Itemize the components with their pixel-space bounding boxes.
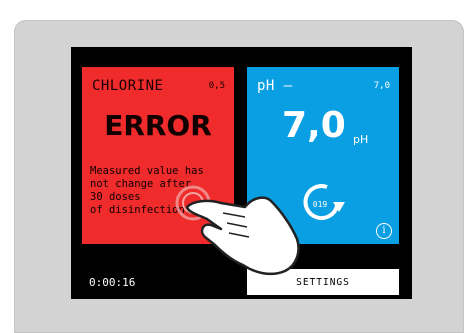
ph-unit: pH	[353, 133, 369, 146]
cycle-count: 019	[313, 200, 328, 209]
info-icon[interactable]: i	[376, 223, 392, 239]
chlorine-range: 0,5	[208, 81, 225, 91]
ph-value: 7,0	[282, 105, 346, 146]
hand-pointer-icon	[175, 185, 300, 276]
timer: 0:00:16	[89, 276, 136, 289]
ph-title: pH –	[257, 78, 293, 94]
chlorine-title: CHLORINE	[92, 78, 164, 94]
error-status: ERROR	[104, 109, 212, 142]
ph-range: 7,0	[373, 81, 390, 91]
